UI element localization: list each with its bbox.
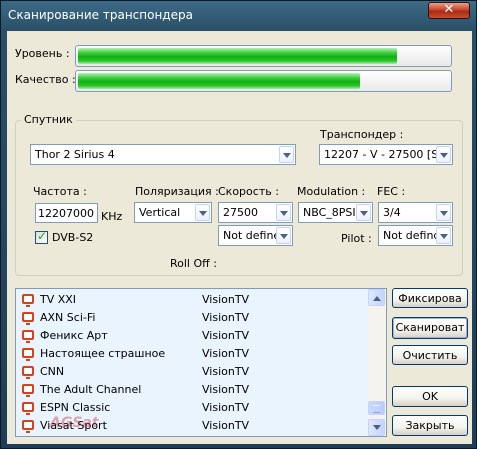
frequency-value: 12207000 xyxy=(38,207,94,220)
speed-extra-select-value: Not define xyxy=(223,229,281,242)
pilot-select-value: Not defind xyxy=(383,229,441,242)
polarization-select-value: Vertical xyxy=(139,206,181,219)
satellite-select-value: Thor 2 Sirius 4 xyxy=(35,148,115,161)
channel-provider: VisionTV xyxy=(202,329,250,342)
polarization-label: Поляризация : xyxy=(135,185,219,198)
fec-select[interactable]: 3/4 xyxy=(378,202,453,223)
rolloff-label: Roll Off : xyxy=(170,257,217,270)
chevron-down-icon[interactable] xyxy=(279,146,294,163)
title-bar[interactable]: Сканирование транспондера ✕ xyxy=(1,1,476,31)
channel-name: TV XXI xyxy=(40,293,77,306)
frequency-input[interactable]: 12207000 xyxy=(35,203,98,223)
channel-provider: VisionTV xyxy=(202,347,250,360)
tv-icon xyxy=(22,402,34,415)
channel-provider: VisionTV xyxy=(202,293,250,306)
speed-select[interactable]: 27500 xyxy=(218,202,293,223)
frequency-unit: KHz xyxy=(101,210,123,223)
ok-button[interactable]: OK xyxy=(392,386,468,407)
level-label: Уровень : xyxy=(15,47,70,60)
tv-icon xyxy=(22,330,34,343)
tv-icon xyxy=(22,420,34,433)
clear-button[interactable]: Очистить xyxy=(392,345,468,365)
pilot-select[interactable]: Not defind xyxy=(378,225,453,246)
transponder-label: Транспондер : xyxy=(320,128,404,141)
chevron-down-icon[interactable] xyxy=(276,227,291,244)
satellite-group-title: Спутник xyxy=(21,113,76,126)
scan-transponder-window: Сканирование транспондера ✕ Уровень : Ка… xyxy=(0,0,477,449)
fix-button[interactable]: Фиксирова xyxy=(392,288,468,308)
tv-icon xyxy=(22,312,34,325)
scroll-thumb[interactable] xyxy=(368,401,385,415)
channel-provider: VisionTV xyxy=(202,365,250,378)
quality-progress-bar xyxy=(75,70,452,92)
window-title: Сканирование транспондера xyxy=(8,8,193,22)
chevron-down-icon[interactable] xyxy=(436,204,451,221)
transponder-select-value: 12207 - V - 27500 [S2] xyxy=(324,148,450,161)
transponder-select[interactable]: 12207 - V - 27500 [S2] xyxy=(319,144,453,165)
channel-name: The Adult Channel xyxy=(40,383,142,396)
channel-row[interactable]: CNN VisionTV xyxy=(16,363,368,381)
quality-progress-fill xyxy=(78,73,360,89)
channel-row[interactable]: The Adult Channel VisionTV xyxy=(16,381,368,399)
channel-provider: VisionTV xyxy=(202,401,250,414)
channel-list-scrollbar[interactable] xyxy=(368,289,386,436)
channel-row[interactable]: Феникс Арт VisionTV xyxy=(16,327,368,345)
channel-row[interactable]: AXN Sci-Fi VisionTV xyxy=(16,309,368,327)
channel-provider: VisionTV xyxy=(202,419,250,432)
scroll-down-icon[interactable] xyxy=(368,419,385,436)
speed-extra-select[interactable]: Not define xyxy=(218,225,293,246)
channel-name: ESPN Classic xyxy=(40,401,111,414)
modulation-select-value: NBC_8PSI xyxy=(303,206,356,219)
satellite-select[interactable]: Thor 2 Sirius 4 xyxy=(30,144,296,165)
close-button[interactable]: Закрыть xyxy=(392,415,468,436)
modulation-select[interactable]: NBC_8PSI xyxy=(298,202,373,223)
dvbs2-label: DVB-S2 xyxy=(52,231,94,244)
speed-label: Скорость : xyxy=(218,185,279,198)
tv-icon xyxy=(22,348,34,361)
chevron-down-icon[interactable] xyxy=(356,204,371,221)
close-window-button[interactable]: ✕ xyxy=(428,2,470,19)
fec-label: FEC : xyxy=(377,185,406,198)
channel-name: Феникс Арт xyxy=(40,329,108,342)
level-progress-fill xyxy=(78,48,397,64)
tv-icon xyxy=(22,294,34,307)
channel-name: AXN Sci-Fi xyxy=(40,311,96,324)
channel-row[interactable]: TV XXI VisionTV xyxy=(16,291,368,309)
level-progress-bar xyxy=(75,45,452,67)
channel-list-body: TV XXI VisionTV AXN Sci-Fi VisionTV Феникс А… xyxy=(16,289,368,436)
chevron-down-icon[interactable] xyxy=(436,227,451,244)
pilot-label: Pilot : xyxy=(341,232,372,245)
channel-name: Настоящее страшное xyxy=(40,347,166,360)
frequency-label: Частота : xyxy=(33,185,87,198)
fec-select-value: 3/4 xyxy=(383,206,401,219)
channel-row[interactable]: Настоящее страшное VisionTV xyxy=(16,345,368,363)
channel-provider: VisionTV xyxy=(202,311,250,324)
channel-provider: VisionTV xyxy=(202,383,250,396)
dialog-client-area: Уровень : Качество : Спутник Thor 2 Siri… xyxy=(7,31,472,444)
chevron-down-icon[interactable] xyxy=(195,204,210,221)
polarization-select[interactable]: Vertical xyxy=(134,202,212,223)
watermark: AGSat xyxy=(50,415,99,431)
channel-name: CNN xyxy=(40,365,65,378)
dvbs2-checkbox[interactable] xyxy=(35,229,48,244)
tv-icon xyxy=(22,384,34,397)
scroll-up-icon[interactable] xyxy=(368,289,385,306)
quality-label: Качество : xyxy=(15,73,76,86)
scan-button[interactable]: Сканироват xyxy=(392,317,468,339)
modulation-label: Modulation : xyxy=(297,185,366,198)
chevron-down-icon[interactable] xyxy=(276,204,291,221)
tv-icon xyxy=(22,366,34,379)
chevron-down-icon[interactable] xyxy=(436,146,451,163)
speed-select-value: 27500 xyxy=(223,206,258,219)
